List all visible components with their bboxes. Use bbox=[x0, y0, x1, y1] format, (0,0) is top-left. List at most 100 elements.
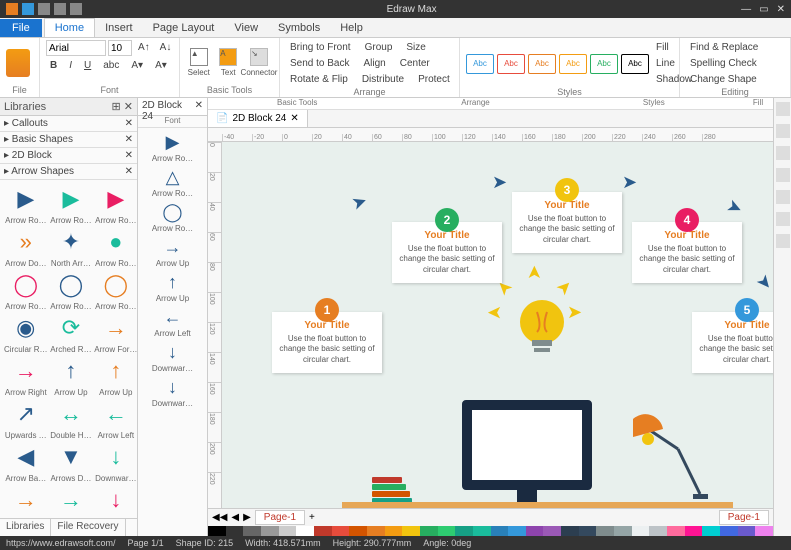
sec-close-icon[interactable]: ✕ bbox=[195, 100, 203, 113]
color-swatch[interactable] bbox=[596, 526, 614, 536]
font-size-input[interactable] bbox=[108, 40, 132, 56]
secondary-shape[interactable]: ↓Downwar… bbox=[140, 340, 205, 373]
doc-close-icon[interactable]: ✕ bbox=[290, 113, 298, 124]
find-replace-button[interactable]: Find & Replace bbox=[686, 40, 784, 55]
color-swatch[interactable] bbox=[649, 526, 667, 536]
style-preset[interactable]: Abc bbox=[559, 54, 587, 74]
page-tab[interactable]: Page-1 bbox=[255, 510, 305, 525]
library-category[interactable]: ▸ Arrow Shapes✕ bbox=[0, 164, 137, 180]
color-swatch[interactable] bbox=[561, 526, 579, 536]
color-swatch[interactable] bbox=[720, 526, 738, 536]
color-swatch[interactable] bbox=[455, 526, 473, 536]
info-card[interactable]: 2Your TitleUse the float button to chang… bbox=[392, 222, 502, 283]
color-swatch[interactable] bbox=[667, 526, 685, 536]
color-swatch[interactable] bbox=[438, 526, 456, 536]
library-shape[interactable]: ←Arrow Left bbox=[94, 399, 137, 440]
tab-insert[interactable]: Insert bbox=[95, 19, 143, 37]
color-swatch[interactable] bbox=[332, 526, 350, 536]
color-swatch[interactable] bbox=[420, 526, 438, 536]
center-button[interactable]: Center bbox=[396, 56, 434, 71]
color-swatch[interactable] bbox=[579, 526, 597, 536]
qat-save-icon[interactable] bbox=[22, 3, 34, 15]
library-shape[interactable]: →Single Arr… bbox=[4, 485, 48, 518]
maximize-button[interactable]: ▭ bbox=[759, 4, 768, 15]
export-icon[interactable] bbox=[776, 212, 790, 226]
bold-button[interactable]: B bbox=[46, 58, 61, 73]
align-button[interactable]: Align bbox=[359, 56, 389, 71]
qat-redo-icon[interactable] bbox=[54, 3, 66, 15]
bring-front-button[interactable]: Bring to Front bbox=[286, 40, 355, 55]
library-shape[interactable]: ▶Arrow Ro… bbox=[50, 184, 93, 225]
library-shape[interactable]: ↑Arrow Up bbox=[94, 356, 137, 397]
library-shape[interactable]: ▶Arrow Ro… bbox=[4, 184, 48, 225]
secondary-shape[interactable]: ←Arrow Left bbox=[140, 305, 205, 338]
minimize-button[interactable]: — bbox=[741, 4, 751, 15]
library-shape[interactable]: ◯Arrow Ro… bbox=[50, 270, 93, 311]
close-button[interactable]: ✕ bbox=[777, 4, 785, 15]
library-shape[interactable]: ▼Arrows D… bbox=[50, 442, 93, 483]
tab-file-recovery[interactable]: File Recovery bbox=[51, 519, 125, 536]
color-swatch[interactable] bbox=[632, 526, 650, 536]
style-preset[interactable]: Abc bbox=[621, 54, 649, 74]
color-swatch[interactable] bbox=[755, 526, 773, 536]
library-shape[interactable]: »Arrow Do… bbox=[4, 227, 48, 268]
style-preset[interactable]: Abc bbox=[528, 54, 556, 74]
color-swatch[interactable] bbox=[473, 526, 491, 536]
tab-symbols[interactable]: Symbols bbox=[268, 19, 330, 37]
style-preset[interactable]: Abc bbox=[497, 54, 525, 74]
highlight-button[interactable]: A▾ bbox=[127, 58, 147, 73]
library-shape[interactable]: ↔Double H… bbox=[50, 399, 93, 440]
theme-icon[interactable] bbox=[776, 146, 790, 160]
library-category[interactable]: ▸ Callouts✕ bbox=[0, 116, 137, 132]
style-preset[interactable]: Abc bbox=[466, 54, 494, 74]
color-swatch[interactable] bbox=[491, 526, 509, 536]
info-card[interactable]: 4Your TitleUse the float button to chang… bbox=[632, 222, 742, 283]
library-shape[interactable]: ◉Circular R… bbox=[4, 313, 48, 354]
secondary-shape[interactable]: △Arrow Ro… bbox=[140, 165, 205, 198]
library-category[interactable]: ▸ Basic Shapes✕ bbox=[0, 132, 137, 148]
library-shape[interactable]: →Single Arr… bbox=[50, 485, 93, 518]
color-swatch[interactable] bbox=[385, 526, 403, 536]
color-swatch[interactable] bbox=[367, 526, 385, 536]
library-shape[interactable]: ↓Downwar… bbox=[94, 485, 137, 518]
size-button[interactable]: Size bbox=[402, 40, 429, 55]
color-swatch[interactable] bbox=[279, 526, 297, 536]
tab-home[interactable]: Home bbox=[44, 18, 95, 37]
library-shape[interactable]: ◯Arrow Ro… bbox=[4, 270, 48, 311]
secondary-shape[interactable]: ◯Arrow Ro… bbox=[140, 200, 205, 233]
tab-help[interactable]: Help bbox=[330, 19, 373, 37]
library-shape[interactable]: ↓Downwar… bbox=[94, 442, 137, 483]
color-swatch[interactable] bbox=[208, 526, 226, 536]
page-first-button[interactable]: ◀◀ bbox=[212, 512, 227, 523]
library-shape[interactable]: ✦North Arr… bbox=[50, 227, 93, 268]
color-swatch[interactable] bbox=[508, 526, 526, 536]
library-category[interactable]: ▸ 2D Block✕ bbox=[0, 148, 137, 164]
send-back-button[interactable]: Send to Back bbox=[286, 56, 353, 71]
comment-icon[interactable] bbox=[776, 168, 790, 182]
page-tab-dup[interactable]: Page-1 bbox=[719, 510, 769, 525]
protect-button[interactable]: Protect bbox=[414, 72, 454, 87]
increase-font-button[interactable]: A↑ bbox=[134, 40, 154, 56]
spell-check-button[interactable]: Spelling Check bbox=[686, 56, 784, 71]
color-swatch[interactable] bbox=[296, 526, 314, 536]
qat-undo-icon[interactable] bbox=[38, 3, 50, 15]
libraries-menu-icon[interactable]: ⊞ ✕ bbox=[112, 100, 134, 113]
info-card[interactable]: 1Your TitleUse the float button to chang… bbox=[272, 312, 382, 373]
library-shape[interactable]: →Arrow Right bbox=[4, 356, 48, 397]
secondary-shape[interactable]: →Arrow Up bbox=[140, 235, 205, 268]
library-shape[interactable]: →Arrow For… bbox=[94, 313, 137, 354]
color-swatch[interactable] bbox=[526, 526, 544, 536]
tab-view[interactable]: View bbox=[224, 19, 268, 37]
color-swatch[interactable] bbox=[314, 526, 332, 536]
connector-tool[interactable]: ↘Connector bbox=[245, 45, 273, 81]
tab-libraries[interactable]: Libraries bbox=[0, 519, 51, 536]
library-shape[interactable]: ◀Arrow Ba… bbox=[4, 442, 48, 483]
rotate-flip-button[interactable]: Rotate & Flip bbox=[286, 72, 352, 87]
tab-page-layout[interactable]: Page Layout bbox=[143, 19, 225, 37]
distribute-button[interactable]: Distribute bbox=[358, 72, 408, 87]
property-icon[interactable] bbox=[776, 102, 790, 116]
color-swatch[interactable] bbox=[685, 526, 703, 536]
color-swatch[interactable] bbox=[738, 526, 756, 536]
text-tool[interactable]: AText bbox=[216, 45, 242, 81]
color-swatch[interactable] bbox=[402, 526, 420, 536]
